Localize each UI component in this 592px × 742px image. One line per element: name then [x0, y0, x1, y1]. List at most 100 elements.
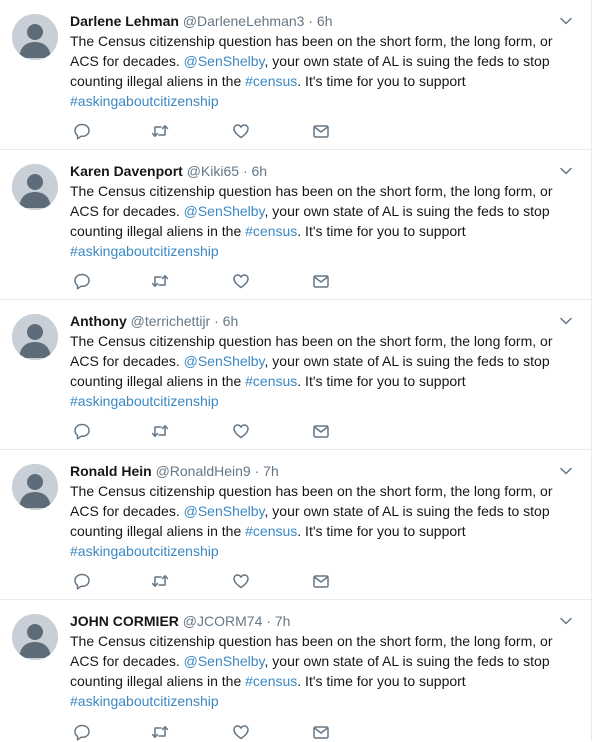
tweet-text-segment: . It's time for you to support	[297, 73, 466, 89]
hashtag-link[interactable]: #askingaboutcitizenship	[70, 243, 219, 259]
tweet-text-segment: . It's time for you to support	[297, 223, 466, 239]
like-icon[interactable]	[231, 271, 251, 291]
separator: ·	[308, 13, 314, 29]
direct-message-icon[interactable]	[311, 121, 331, 141]
direct-message-icon[interactable]	[311, 571, 331, 591]
retweet-icon[interactable]	[150, 121, 170, 141]
display-name[interactable]: JOHN CORMIER	[70, 613, 179, 629]
tweet-text-line: The Census citizenship question has been…	[70, 633, 553, 649]
separator: ·	[242, 163, 248, 179]
tweet-text-segment: , your own state of AL is suing the feds…	[264, 53, 550, 69]
default-avatar-icon	[12, 14, 58, 60]
tweet[interactable]: JOHN CORMIER @JCORM74 · 7h The Census ci…	[0, 600, 591, 741]
hashtag-link[interactable]: #census	[245, 373, 297, 389]
hashtag-link[interactable]: #askingaboutcitizenship	[70, 93, 219, 109]
timestamp[interactable]: 7h	[275, 613, 291, 629]
username[interactable]: @RonaldHein9	[156, 463, 251, 479]
default-avatar-icon	[12, 464, 58, 510]
avatar[interactable]	[12, 614, 58, 660]
like-icon[interactable]	[231, 722, 251, 742]
reply-icon[interactable]	[72, 271, 92, 291]
timestamp[interactable]: 6h	[223, 313, 239, 329]
tweet-text-segment: ACS for decades.	[70, 203, 184, 219]
retweet-icon[interactable]	[150, 271, 170, 291]
hashtag-link[interactable]: #askingaboutcitizenship	[70, 693, 219, 709]
username[interactable]: @JCORM74	[183, 613, 263, 629]
tweet[interactable]: Darlene Lehman @DarleneLehman3 · 6h The …	[0, 0, 591, 150]
tweet-text-segment: . It's time for you to support	[297, 673, 466, 689]
chevron-down-icon[interactable]	[559, 614, 573, 628]
tweet-text-segment: ACS for decades.	[70, 503, 184, 519]
tweet-text-segment: ACS for decades.	[70, 353, 184, 369]
username[interactable]: @DarleneLehman3	[183, 13, 305, 29]
timestamp[interactable]: 7h	[263, 463, 279, 479]
avatar[interactable]	[12, 14, 58, 60]
tweet-actions	[70, 722, 370, 742]
mention-link[interactable]: @SenShelby	[184, 53, 265, 69]
chevron-down-icon[interactable]	[559, 164, 573, 178]
like-icon[interactable]	[231, 421, 251, 441]
mention-link[interactable]: @SenShelby	[184, 203, 265, 219]
tweet-text-segment: counting illegal aliens in the	[70, 73, 246, 89]
direct-message-icon[interactable]	[311, 722, 331, 742]
hashtag-link[interactable]: #census	[245, 223, 297, 239]
reply-icon[interactable]	[72, 421, 92, 441]
avatar[interactable]	[12, 464, 58, 510]
tweet-text: The Census citizenship question has been…	[70, 181, 580, 261]
tweet-feed: Darlene Lehman @DarleneLehman3 · 6h The …	[0, 0, 592, 741]
username[interactable]: @Kiki65	[187, 163, 239, 179]
tweet-text-segment: ACS for decades.	[70, 53, 184, 69]
direct-message-icon[interactable]	[311, 271, 331, 291]
tweet-header: Darlene Lehman @DarleneLehman3 · 6h	[70, 11, 551, 31]
tweet-actions	[70, 421, 370, 441]
tweet-text-line: The Census citizenship question has been…	[70, 333, 553, 349]
retweet-icon[interactable]	[150, 571, 170, 591]
direct-message-icon[interactable]	[311, 421, 331, 441]
tweet-actions	[70, 571, 370, 591]
tweet[interactable]: Anthony @terrichettijr · 6h The Census c…	[0, 300, 591, 450]
hashtag-link[interactable]: #askingaboutcitizenship	[70, 543, 219, 559]
mention-link[interactable]: @SenShelby	[184, 653, 265, 669]
chevron-down-icon[interactable]	[559, 464, 573, 478]
tweet-actions	[70, 271, 370, 291]
tweet-text-line: The Census citizenship question has been…	[70, 183, 553, 199]
reply-icon[interactable]	[72, 121, 92, 141]
username[interactable]: @terrichettijr	[131, 313, 211, 329]
mention-link[interactable]: @SenShelby	[184, 503, 265, 519]
hashtag-link[interactable]: #census	[245, 523, 297, 539]
tweet[interactable]: Karen Davenport @Kiki65 · 6h The Census …	[0, 150, 591, 300]
like-icon[interactable]	[231, 121, 251, 141]
default-avatar-icon	[12, 164, 58, 210]
tweet-text-segment: counting illegal aliens in the	[70, 673, 246, 689]
separator: ·	[266, 613, 271, 629]
display-name[interactable]: Karen Davenport	[70, 163, 183, 179]
mention-link[interactable]: @SenShelby	[184, 353, 265, 369]
tweet-text-segment: counting illegal aliens in the	[70, 523, 246, 539]
reply-icon[interactable]	[72, 571, 92, 591]
retweet-icon[interactable]	[150, 421, 170, 441]
tweet[interactable]: Ronald Hein @RonaldHein9 · 7h The Census…	[0, 450, 591, 600]
display-name[interactable]: Anthony	[70, 313, 127, 329]
tweet-text: The Census citizenship question has been…	[70, 331, 580, 411]
hashtag-link[interactable]: #census	[245, 73, 297, 89]
display-name[interactable]: Ronald Hein	[70, 463, 152, 479]
tweet-text-segment: ACS for decades.	[70, 653, 184, 669]
tweet-text: The Census citizenship question has been…	[70, 31, 580, 111]
display-name[interactable]: Darlene Lehman	[70, 13, 179, 29]
default-avatar-icon	[12, 614, 58, 660]
avatar[interactable]	[12, 314, 58, 360]
hashtag-link[interactable]: #census	[245, 673, 297, 689]
tweet-text-segment: , your own state of AL is suing the feds…	[264, 353, 550, 369]
hashtag-link[interactable]: #askingaboutcitizenship	[70, 393, 219, 409]
tweet-text-segment: , your own state of AL is suing the feds…	[264, 503, 550, 519]
chevron-down-icon[interactable]	[559, 314, 573, 328]
retweet-icon[interactable]	[150, 722, 170, 742]
timestamp[interactable]: 6h	[252, 163, 268, 179]
avatar[interactable]	[12, 164, 58, 210]
like-icon[interactable]	[231, 571, 251, 591]
timestamp[interactable]: 6h	[317, 13, 333, 29]
reply-icon[interactable]	[72, 722, 92, 742]
tweet-header: Anthony @terrichettijr · 6h	[70, 311, 551, 331]
chevron-down-icon[interactable]	[559, 14, 573, 28]
tweet-header: Ronald Hein @RonaldHein9 · 7h	[70, 461, 551, 481]
